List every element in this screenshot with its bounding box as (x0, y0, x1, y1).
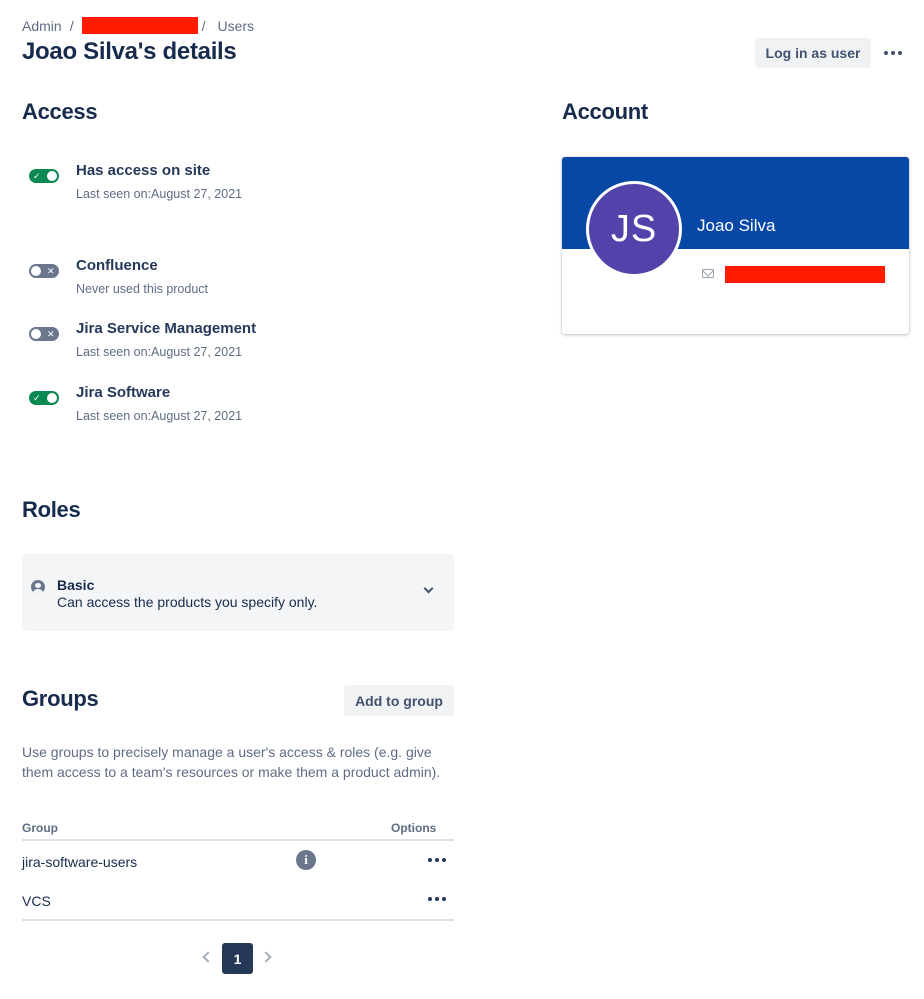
role-description: Can access the products you specify only… (57, 594, 318, 610)
account-heading: Account (562, 99, 648, 124)
access-item-confluence: ✕ Confluence Never used this product (22, 257, 442, 301)
site-access-toggle[interactable]: ✓ (29, 169, 59, 183)
email-icon (702, 269, 714, 278)
group-name[interactable]: VCS (22, 893, 51, 909)
redacted-email (725, 266, 885, 283)
redacted-site-name (81, 17, 198, 34)
breadcrumb: Admin / / Users (22, 17, 254, 34)
access-item-name: Jira Service Management (76, 320, 257, 337)
access-item-status: Last seen on:August 27, 2021 (76, 187, 243, 201)
options-column-header: Options (391, 821, 437, 835)
breadcrumb-separator: / (201, 17, 206, 34)
groups-description: Use groups to precisely manage a user's … (22, 744, 441, 780)
group-name[interactable]: jira-software-users (22, 854, 137, 870)
more-actions-icon[interactable] (879, 40, 907, 66)
role-selector[interactable]: Basic Can access the products you specif… (22, 554, 454, 631)
role-title: Basic (57, 577, 95, 593)
account-card: JS Joao Silva (562, 157, 909, 334)
cross-icon: ✕ (47, 266, 55, 276)
confluence-access-toggle[interactable]: ✕ (29, 264, 59, 278)
chevron-down-icon[interactable] (423, 583, 434, 594)
group-column-header[interactable]: Group (22, 821, 58, 835)
person-icon (31, 580, 45, 594)
access-item-name: Has access on site (76, 162, 211, 179)
log-in-as-user-button[interactable]: Log in as user (755, 38, 871, 68)
access-item-status: Never used this product (76, 282, 209, 296)
jira-service-management-access-toggle[interactable]: ✕ (29, 327, 59, 341)
access-item-name: Confluence (76, 257, 158, 274)
access-item-jira-service-management: ✕ Jira Service Management Last seen on:A… (22, 320, 442, 364)
access-heading: Access (22, 99, 98, 124)
jira-software-access-toggle[interactable]: ✓ (29, 391, 59, 405)
chevron-left-icon[interactable] (202, 951, 214, 963)
chevron-right-icon[interactable] (260, 951, 272, 963)
group-options-icon[interactable] (426, 891, 448, 907)
breadcrumb-admin-link[interactable]: Admin (22, 18, 62, 34)
check-icon: ✓ (33, 171, 41, 181)
avatar: JS (586, 181, 682, 277)
table-header-divider (22, 839, 454, 841)
account-name: Joao Silva (697, 216, 776, 235)
access-item-jira-software: ✓ Jira Software Last seen on:August 27, … (22, 384, 442, 428)
cross-icon: ✕ (47, 329, 55, 339)
info-icon[interactable]: i (296, 850, 316, 870)
access-item-status: Last seen on:August 27, 2021 (76, 345, 243, 359)
roles-heading: Roles (22, 497, 81, 522)
breadcrumb-users-link[interactable]: Users (217, 18, 254, 34)
add-to-group-button[interactable]: Add to group (344, 685, 454, 716)
check-icon: ✓ (33, 393, 41, 403)
page-title: Joao Silva's details (22, 38, 237, 65)
groups-heading: Groups (22, 686, 99, 711)
table-bottom-divider (22, 919, 454, 921)
access-item-name: Jira Software (76, 384, 171, 401)
access-item-site: ✓ Has access on site Last seen on:August… (22, 162, 442, 206)
pagination-current-page[interactable]: 1 (222, 943, 253, 974)
breadcrumb-separator: / (69, 17, 74, 34)
group-options-icon[interactable] (426, 852, 448, 868)
access-item-status: Last seen on:August 27, 2021 (76, 409, 243, 423)
